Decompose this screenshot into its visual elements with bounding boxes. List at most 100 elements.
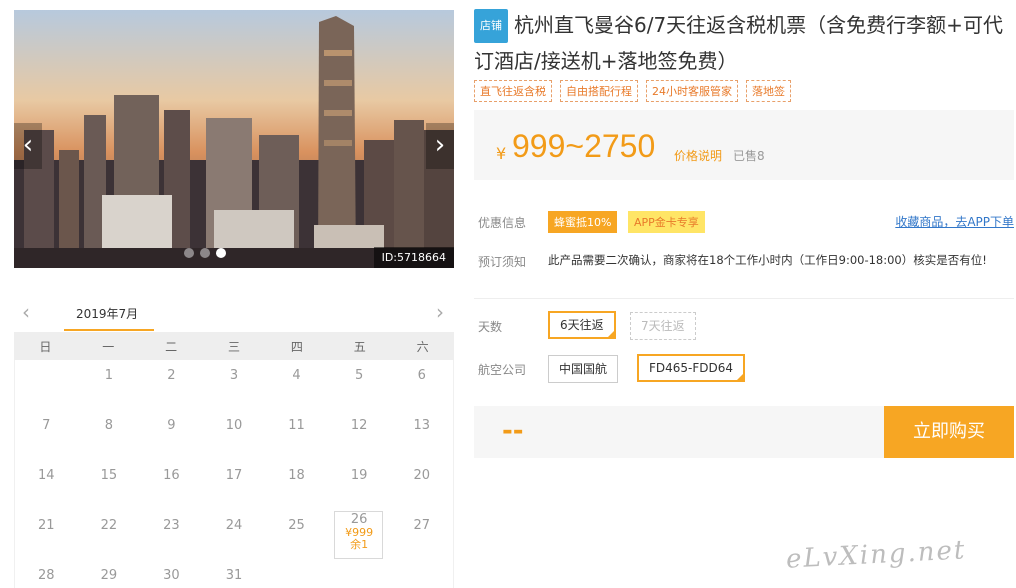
calendar-month-label: 2019年7月 xyxy=(76,307,139,321)
option-airline[interactable]: 中国国航 xyxy=(548,355,619,383)
calendar-day-number: 30 xyxy=(163,568,180,583)
calendar-day-number: 28 xyxy=(38,568,55,583)
product-tag: 直飞往返含税 xyxy=(474,80,552,102)
calendar-prev-month-icon[interactable]: ‹ xyxy=(22,300,30,324)
calendar-day-cell[interactable]: 30 xyxy=(140,560,203,588)
price-explain-link[interactable]: 价格说明 xyxy=(674,147,722,164)
calendar-day-cell[interactable]: 22 xyxy=(78,510,141,560)
calendar-day-number: 6 xyxy=(417,368,426,383)
calendar-day-cell[interactable]: 28 xyxy=(15,560,78,588)
buy-now-button[interactable]: 立即购买 xyxy=(884,406,1014,458)
weekday-label: 一 xyxy=(102,339,115,354)
calendar-day-cell[interactable]: 26 ¥999 余1 xyxy=(328,510,391,560)
calendar-day-cell[interactable]: 31 xyxy=(203,560,266,588)
photo-dot[interactable] xyxy=(200,248,210,258)
calendar-day-number: 1 xyxy=(104,368,113,383)
calendar-day-available-frame xyxy=(333,511,384,559)
calendar-next-month-icon[interactable]: › xyxy=(436,300,444,324)
favorite-link[interactable]: 收藏商品，去APP下单 xyxy=(895,213,1014,230)
weekday-label: 五 xyxy=(353,339,366,354)
option-7-days[interactable]: 7天往返 xyxy=(630,312,696,340)
calendar-day-cell[interactable]: 15 xyxy=(78,460,141,510)
airline-label: 航空公司 xyxy=(478,363,527,377)
calendar-day-cell[interactable]: 16 xyxy=(140,460,203,510)
calendar-day-cell[interactable]: 9 xyxy=(140,410,203,460)
weekday-label: 四 xyxy=(290,339,303,354)
calendar-day-cell[interactable]: 27 xyxy=(390,510,453,560)
photo-next-button[interactable]: › xyxy=(426,123,454,169)
calendar-day-cell[interactable]: 12 xyxy=(328,410,391,460)
calendar-day-cell[interactable]: 8 xyxy=(78,410,141,460)
option-6-days[interactable]: 6天往返 xyxy=(548,311,616,339)
option-flight[interactable]: FD465-FDD64 xyxy=(637,354,746,382)
weekday-label: 日 xyxy=(39,339,52,354)
days-label: 天数 xyxy=(478,320,503,334)
option-6-days-label: 6天往返 xyxy=(560,318,604,332)
product-tag: 自由搭配行程 xyxy=(560,80,638,102)
calendar-day-cell[interactable]: 18 xyxy=(265,460,328,510)
calendar-day-number: 17 xyxy=(225,468,243,483)
calendar-day-cell[interactable]: 20 xyxy=(390,460,453,510)
calendar-day-cell[interactable]: 23 xyxy=(140,510,203,560)
calendar-day-cell[interactable]: 14 xyxy=(15,460,78,510)
calendar-day-number: 15 xyxy=(100,468,118,483)
calendar-day-cell[interactable]: 17 xyxy=(203,460,266,510)
price-range: 999~2750 xyxy=(512,128,656,164)
notice-label: 预订须知 xyxy=(478,255,527,269)
calendar-day-cell xyxy=(15,360,78,410)
calendar-day-number: 13 xyxy=(413,418,430,433)
weekday-label: 三 xyxy=(227,339,240,354)
calendar-header: ‹ 2019年7月 › xyxy=(14,296,454,332)
calendar-day-number: 21 xyxy=(38,518,55,533)
promo-label: 优惠信息 xyxy=(478,216,527,230)
calendar-day-cell[interactable]: 6 xyxy=(390,360,453,410)
weekday-label: 二 xyxy=(165,339,178,354)
calendar-day-number: 5 xyxy=(354,368,364,383)
option-flight-label: FD465-FDD64 xyxy=(649,361,734,375)
photo-prev-button[interactable]: ‹ xyxy=(14,123,42,169)
photo-dot-active[interactable] xyxy=(216,248,226,258)
calendar-day-cell[interactable]: 10 xyxy=(203,410,266,460)
calendar-day-cell[interactable]: 2 xyxy=(140,360,203,410)
promo-badge-honey: 蜂蜜抵10% xyxy=(548,211,618,233)
sold-count: 已售8 xyxy=(733,149,765,163)
calendar-day-number: 8 xyxy=(104,418,113,433)
product-tag: 24小时客服管家 xyxy=(646,80,738,102)
calendar-day-grid: 1 2 3 4 5 6 7 8 9 10 11 12 13 14 15 16 17 18 19 20 21 22 23 24 2… xyxy=(14,360,454,588)
product-title-text: 杭州直飞曼谷6/7天往返含税机票（含免费行李额+可代订酒店/接送机+落地签免费） xyxy=(474,13,1003,73)
booking-notice-text: 此产品需要二次确认，商家将在18个工作小时内（工作日9:00-18:00）核实是… xyxy=(548,253,987,267)
buy-bar: -- 立即购买 xyxy=(474,406,1014,458)
watermark: eLvXing.net xyxy=(785,535,968,575)
photo-dot[interactable] xyxy=(184,248,194,258)
calendar-day-cell[interactable]: 5 xyxy=(328,360,391,410)
calendar-day-cell[interactable]: 19 xyxy=(328,460,391,510)
calendar-day-cell[interactable]: 21 xyxy=(15,510,78,560)
calendar-day-cell[interactable]: 4 xyxy=(265,360,328,410)
calendar-day-number: 9 xyxy=(167,418,176,433)
product-title: 店铺 杭州直飞曼谷6/7天往返含税机票（含免费行李额+可代订酒店/接送机+落地签免… xyxy=(474,9,1004,76)
calendar-day-cell[interactable]: 13 xyxy=(390,410,453,460)
option-airline-label: 中国国航 xyxy=(559,362,608,376)
calendar-day-number: 10 xyxy=(225,418,243,433)
calendar-day-cell[interactable]: 7 xyxy=(15,410,78,460)
city-skyline-image xyxy=(14,10,454,268)
calendar-day-cell[interactable]: 29 xyxy=(78,560,141,588)
calendar-day-cell[interactable]: 3 xyxy=(203,360,266,410)
total-price: -- xyxy=(502,416,524,446)
calendar-month-underline xyxy=(64,329,154,331)
calendar-day-number: 11 xyxy=(288,418,305,433)
photo-pagination xyxy=(184,248,226,258)
calendar-day-cell[interactable]: 1 xyxy=(78,360,141,410)
product-tags: 直飞往返含税 自由搭配行程 24小时客服管家 落地签 xyxy=(474,80,791,102)
calendar-day-number: 19 xyxy=(350,468,368,483)
calendar-day-number: 31 xyxy=(225,568,243,583)
calendar-day-cell[interactable]: 24 xyxy=(203,510,266,560)
calendar-day-cell[interactable]: 25 xyxy=(265,510,328,560)
calendar-day-cell[interactable]: 11 xyxy=(265,410,328,460)
calendar-day-number: 16 xyxy=(163,468,180,483)
calendar-day-number: 18 xyxy=(288,468,305,483)
calendar-day-number: 12 xyxy=(350,418,368,433)
calendar-day-number: 24 xyxy=(225,518,243,533)
calendar-day-number: 25 xyxy=(288,518,305,533)
calendar-day-number: 20 xyxy=(413,468,430,483)
